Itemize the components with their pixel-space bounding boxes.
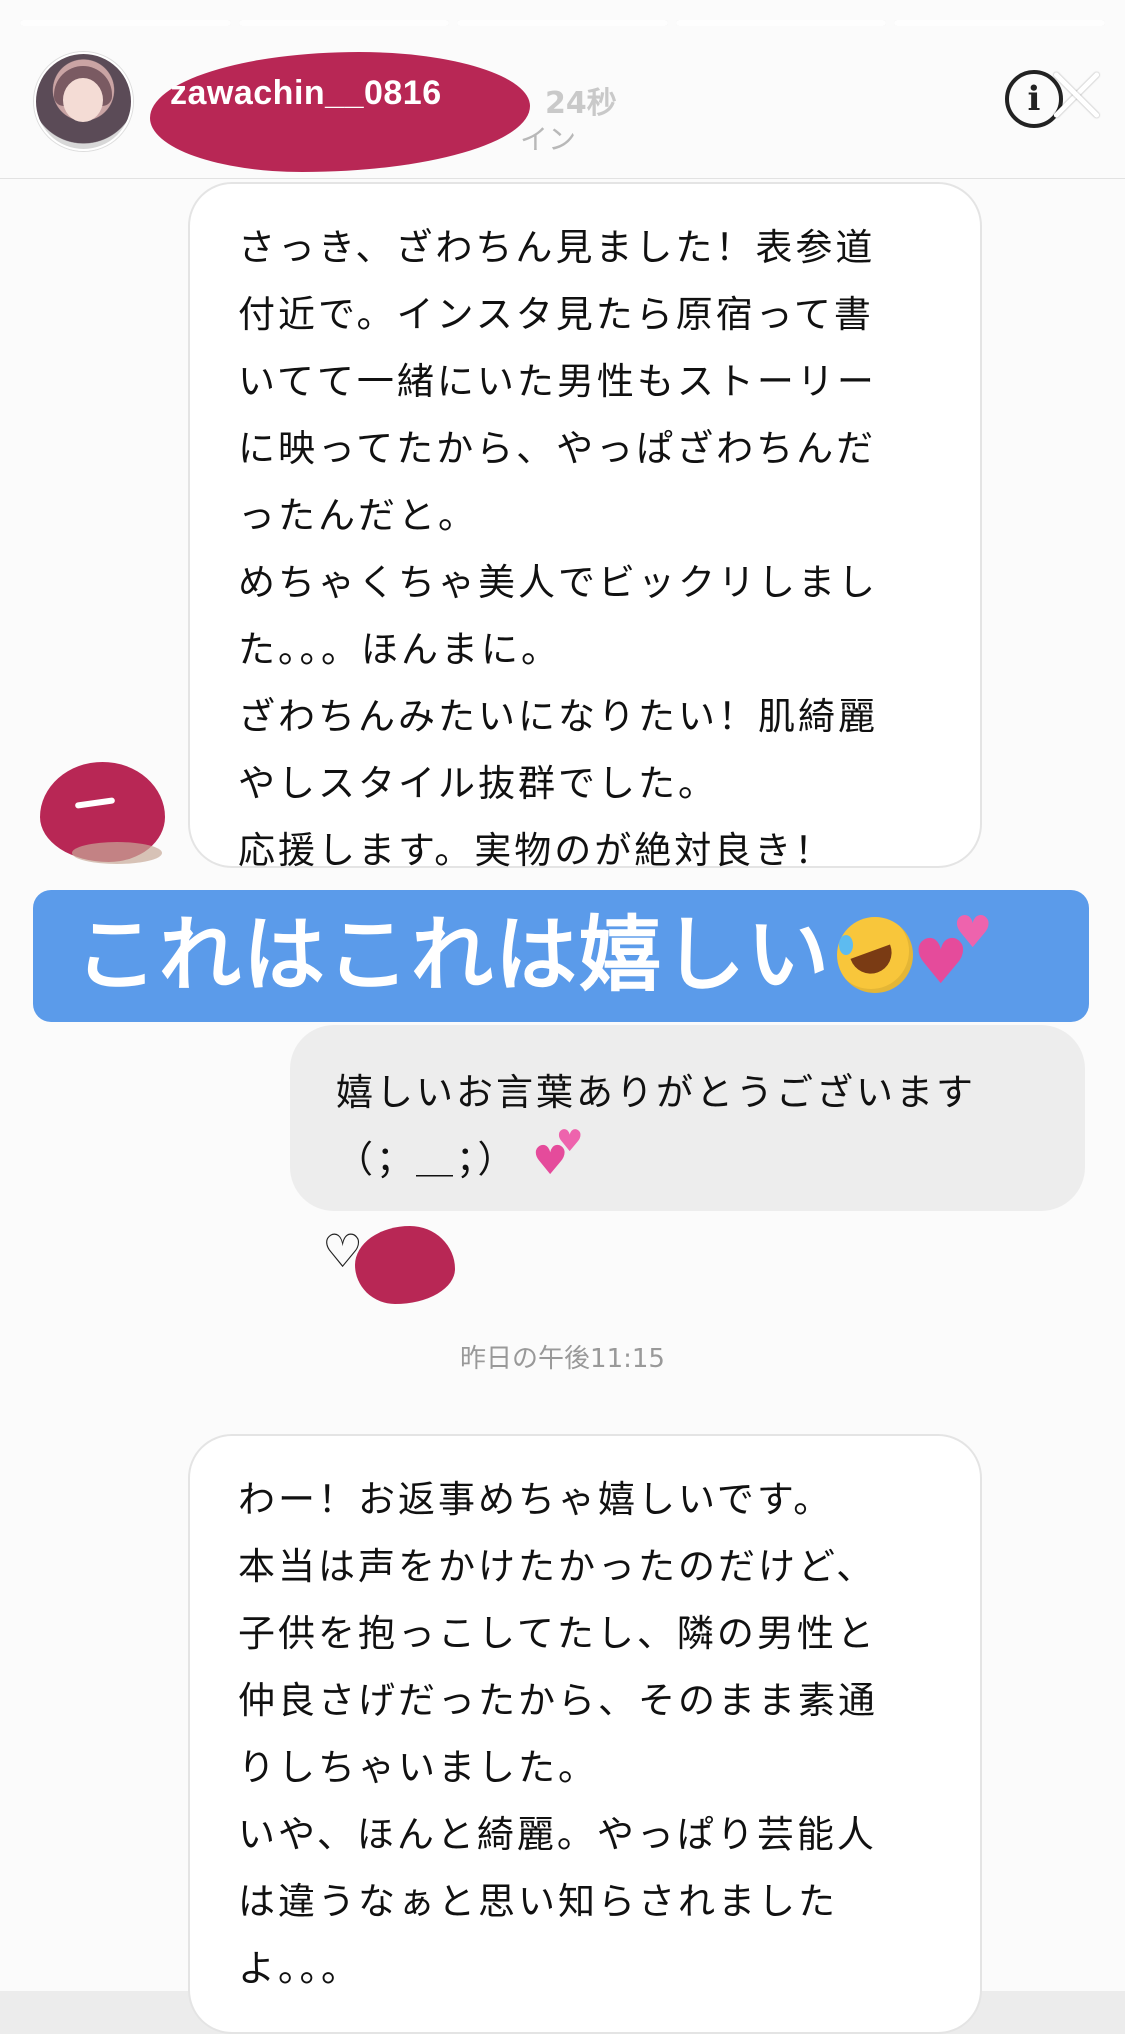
header-divider: [0, 178, 1125, 179]
two-hearts-emoji-icon: ♥ ♥: [532, 1123, 587, 1184]
username[interactable]: zawachin__0816: [170, 74, 442, 113]
message-timestamp: 昨日の午後11:15: [460, 1344, 665, 1374]
progress-segment: [238, 20, 450, 26]
avatar[interactable]: [34, 52, 133, 151]
story-caption: これはこれは嬉しい ♥ ♥: [33, 890, 1089, 1022]
sender-avatar-edge: [72, 842, 162, 864]
sent-message-text: 嬉しいお言葉ありがとうございます （；＿；）: [336, 1071, 976, 1181]
progress-segment: [20, 20, 231, 26]
faded-header-label: イン: [520, 123, 577, 156]
progress-segment: [894, 20, 1105, 26]
two-hearts-emoji-icon: ♥ ♥: [913, 906, 995, 998]
story-progress-bar: [20, 20, 1105, 26]
progress-segment: [457, 20, 668, 26]
story-time: 24秒: [545, 86, 617, 121]
rolling-laughing-emoji-icon: [837, 916, 914, 993]
received-message: わー！お返事めちゃ嬉しいです。 本当は声をかけたかったのだけど、 子供を抱っこし…: [188, 1434, 982, 2034]
caption-text: これはこれは嬉しい: [75, 908, 832, 1003]
sent-message: 嬉しいお言葉ありがとうございます （；＿；） ♥ ♥: [290, 1025, 1085, 1211]
received-message: さっき、ざわちん見ました！表参道 付近で。インスタ見たら原宿って書 いてて一緒に…: [188, 182, 982, 872]
close-icon[interactable]: [1046, 64, 1106, 124]
progress-segment: [675, 20, 887, 26]
